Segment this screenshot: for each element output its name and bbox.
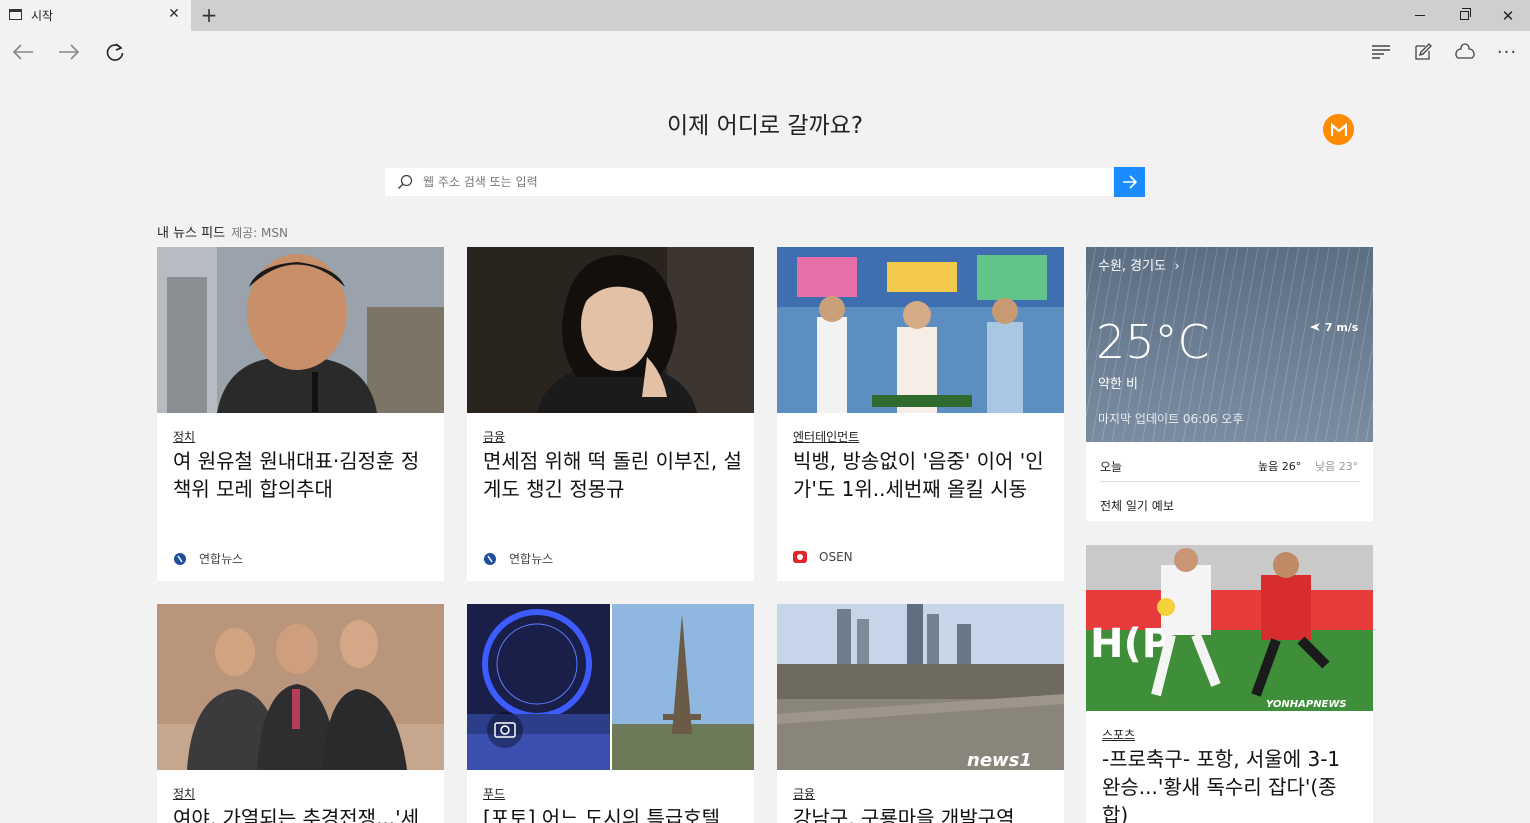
- web-note-button[interactable]: [1406, 35, 1440, 69]
- tab-title: 시작: [31, 9, 54, 23]
- osen-logo-icon: [793, 551, 807, 563]
- hub-icon: [1372, 45, 1390, 59]
- share-button[interactable]: [1448, 35, 1482, 69]
- search-go-button[interactable]: [1114, 167, 1145, 197]
- forward-arrow-icon: [59, 44, 80, 60]
- news-source: 연합뉴스: [173, 550, 243, 567]
- back-arrow-icon: [12, 44, 33, 60]
- feed-provider[interactable]: 제공: MSN: [231, 226, 288, 240]
- svg-text:YONHAPNEWS: YONHAPNEWS: [1266, 699, 1347, 710]
- weather-today-label: 오늘: [1100, 460, 1123, 474]
- news-category[interactable]: 금융: [483, 428, 505, 445]
- more-button[interactable]: ···: [1490, 35, 1524, 69]
- divider: [1100, 481, 1360, 482]
- search-icon: [397, 174, 413, 190]
- yonhap-logo-icon: [484, 552, 496, 565]
- news-category[interactable]: 정치: [173, 785, 195, 802]
- news-category[interactable]: 푸드: [483, 785, 505, 802]
- news-card[interactable]: 엔터테인먼트 빅뱅, 방송없이 '음중' 이어 '인가'도 1위..세번째 올킬…: [777, 247, 1064, 581]
- account-avatar[interactable]: [1323, 114, 1354, 145]
- news-photo: [777, 247, 1064, 413]
- news-headline[interactable]: [포토] 어느 도시의 특급호텔: [483, 804, 743, 823]
- news-headline[interactable]: 강남구, 구룡마을 개발구역: [793, 804, 1053, 823]
- news-source-name: 연합뉴스: [199, 552, 244, 566]
- close-icon: ✕: [1501, 6, 1515, 25]
- news-photo: [157, 604, 444, 770]
- news-category[interactable]: 스포츠: [1102, 726, 1135, 743]
- search-input[interactable]: [423, 168, 1103, 196]
- news-headline[interactable]: 여야, 가열되는 추경전쟁...'세: [173, 804, 433, 823]
- news-card[interactable]: 금융 면세점 위해 떡 돌린 이부진, 설게도 챙긴 정몽규 연합뉴스: [467, 247, 754, 581]
- news-feed-label: 내 뉴스 피드 제공: MSN: [157, 222, 288, 241]
- news-category[interactable]: 금융: [793, 785, 815, 802]
- weather-temperature: 25°C: [1096, 315, 1210, 369]
- weather-wind-speed: 7 m/s: [1324, 321, 1359, 334]
- weather-high: 높음 26°: [1258, 460, 1302, 473]
- msn-logo-icon: [1330, 122, 1347, 136]
- weather-location[interactable]: 수원, 경기도 ›: [1098, 255, 1180, 274]
- svg-text:H(P: H(P: [1090, 621, 1171, 667]
- news-photo: news1: [777, 604, 1064, 770]
- page-icon: [9, 9, 22, 20]
- search-box: [384, 167, 1114, 197]
- news-card[interactable]: 푸드 [포토] 어느 도시의 특급호텔: [467, 604, 754, 823]
- news-photo: H(P YONHAPNEWS: [1086, 545, 1373, 711]
- minimize-icon: [1415, 15, 1425, 16]
- refresh-icon: [106, 43, 124, 61]
- news-headline[interactable]: 여 원유철 원내대표·김정훈 정책위 모레 합의추대: [173, 447, 433, 503]
- news-photo: [157, 247, 444, 413]
- weather-updated: 마지막 업데이트 06:06 오후: [1098, 412, 1244, 426]
- full-forecast-link[interactable]: 전체 일기 예보: [1100, 497, 1174, 514]
- news-source: 연합뉴스: [483, 550, 553, 567]
- news-source: OSEN: [793, 550, 853, 564]
- news-card[interactable]: 정치 여 원유철 원내대표·김정훈 정책위 모레 합의추대 연합뉴스: [157, 247, 444, 581]
- maximize-button[interactable]: [1442, 0, 1486, 31]
- refresh-button[interactable]: [98, 35, 132, 69]
- yonhap-logo-icon: [174, 552, 186, 565]
- tab-close-icon[interactable]: ✕: [166, 6, 182, 22]
- news-category[interactable]: 정치: [173, 428, 195, 445]
- back-button[interactable]: [6, 35, 40, 69]
- weather-low: 낮음 23°: [1315, 460, 1359, 473]
- close-window-button[interactable]: ✕: [1486, 0, 1530, 31]
- news-card[interactable]: 정치 여야, 가열되는 추경전쟁...'세: [157, 604, 444, 823]
- weather-condition: 약한 비: [1098, 377, 1139, 392]
- news-headline[interactable]: 빅뱅, 방송없이 '음중' 이어 '인가'도 1위..세번째 올킬 시동: [793, 447, 1053, 503]
- weather-wind: 7 m/s: [1309, 321, 1358, 334]
- navigation-bar: ···: [0, 31, 1530, 71]
- chevron-right-icon: ›: [1174, 259, 1180, 274]
- news-category[interactable]: 엔터테인먼트: [793, 428, 859, 445]
- weather-location-name: 수원, 경기도: [1098, 259, 1167, 274]
- weather-card[interactable]: 수원, 경기도 › 25°C 7 m/s 약한 비 마지막 업데이트 06:06…: [1086, 247, 1373, 521]
- news-card[interactable]: news1 금융 강남구, 구룡마을 개발구역: [777, 604, 1064, 823]
- news-card[interactable]: H(P YONHAPNEWS 스포츠 -프로축구- 포항, 서울에 3-1 완승…: [1086, 545, 1373, 823]
- minimize-button[interactable]: [1398, 0, 1442, 31]
- new-tab-button[interactable]: +: [200, 3, 218, 27]
- web-note-icon: [1415, 43, 1432, 60]
- news-photo: [467, 247, 754, 413]
- share-icon: [1455, 43, 1475, 59]
- feed-title: 내 뉴스 피드: [157, 226, 226, 241]
- news-headline[interactable]: 면세점 위해 떡 돌린 이부진, 설게도 챙긴 정몽규: [483, 447, 743, 503]
- hub-button[interactable]: [1364, 35, 1398, 69]
- wind-direction-icon: [1310, 323, 1320, 331]
- arrow-right-icon: [1122, 175, 1137, 189]
- svg-text:news1: news1: [967, 750, 1032, 770]
- page-title: 이제 어디로 갈까요?: [666, 113, 864, 139]
- news-source-name: OSEN: [819, 550, 853, 564]
- news-headline[interactable]: -프로축구- 포항, 서울에 3-1 완승...'황새 독수리 잡다'(종합): [1102, 745, 1362, 823]
- restore-icon: [1459, 8, 1471, 20]
- news-source-name: 연합뉴스: [509, 552, 554, 566]
- tab-start[interactable]: 시작 ✕: [0, 0, 191, 31]
- news-photo: [467, 604, 754, 770]
- weather-panel: 수원, 경기도 › 25°C 7 m/s 약한 비 마지막 업데이트 06:06…: [1086, 247, 1373, 442]
- forward-button[interactable]: [52, 35, 86, 69]
- title-bar: 시작 ✕ + ✕: [0, 0, 1530, 31]
